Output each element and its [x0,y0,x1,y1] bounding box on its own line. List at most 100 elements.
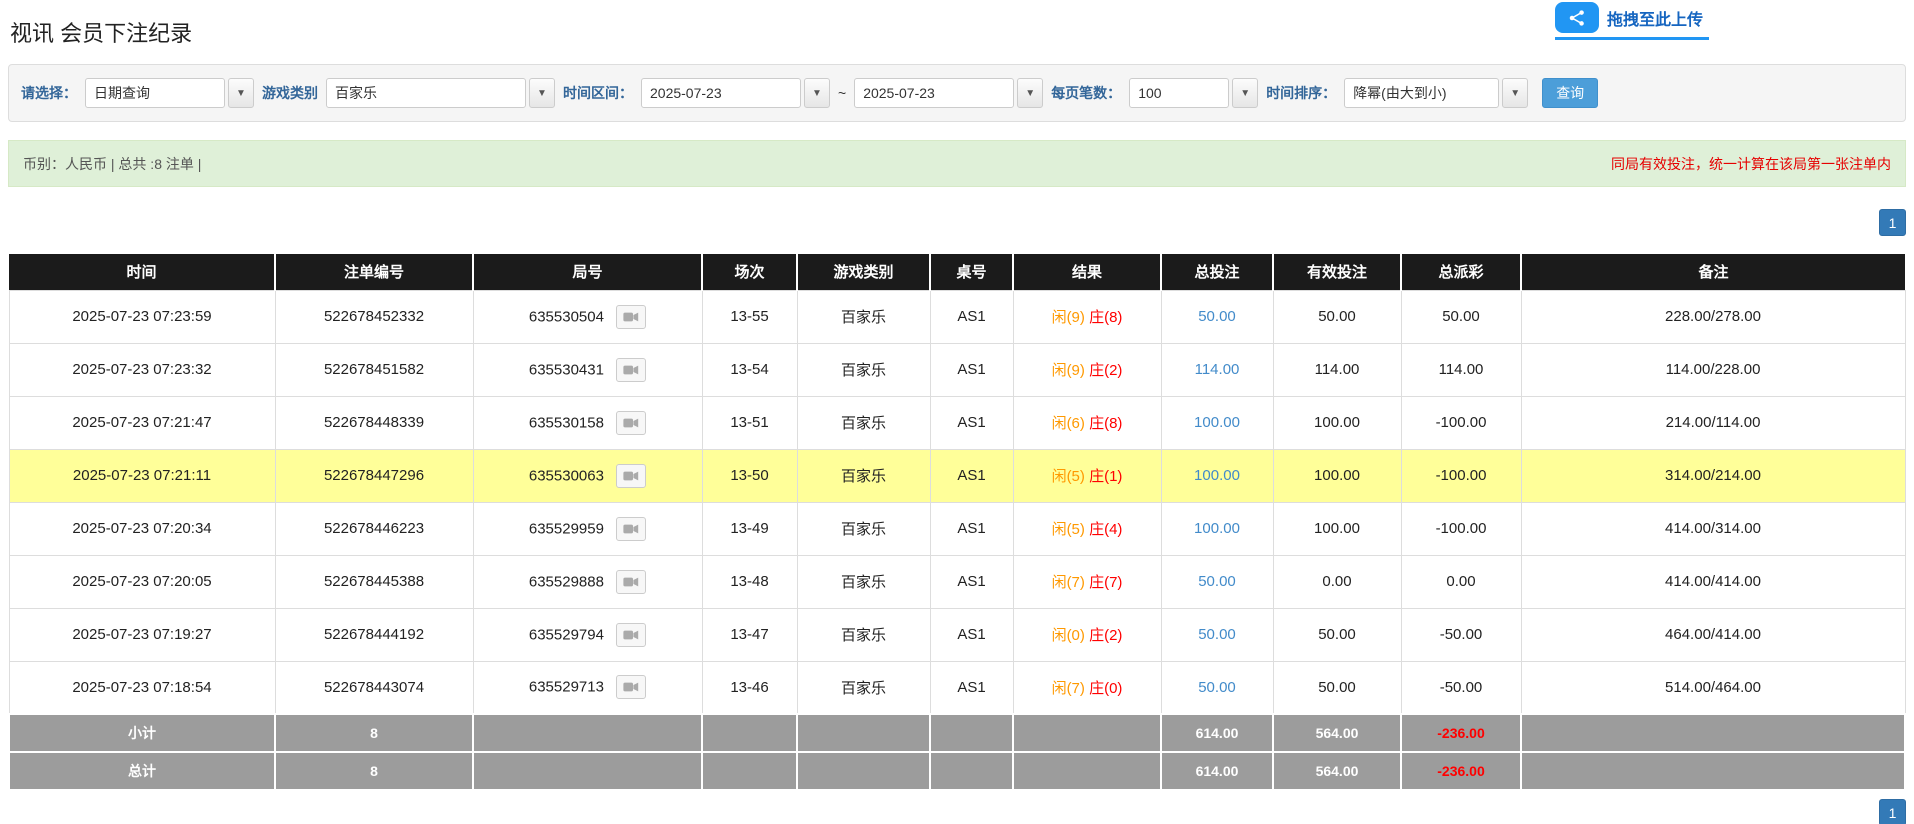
empty-cell [1013,752,1161,790]
cell-total-bet: 100.00 [1161,396,1273,449]
result-player: 闲(7) [1052,574,1085,591]
column-header: 总投注 [1161,254,1273,290]
page-1-button[interactable]: 1 [1879,799,1906,824]
cell-payout: 0.00 [1401,555,1521,608]
result-player: 闲(9) [1052,362,1085,379]
empty-cell [702,714,797,752]
page-1-button[interactable]: 1 [1879,209,1906,236]
column-header: 备注 [1521,254,1905,290]
cell-bet-id: 522678447296 [275,449,473,502]
cell-session: 13-46 [702,661,797,714]
camera-icon [623,417,639,429]
query-type-input[interactable] [85,78,225,108]
camera-icon [623,470,639,482]
cell-table-no: AS1 [930,290,1013,343]
cell-result: 闲(6) 庄(8) [1013,396,1161,449]
date-to-input[interactable] [854,78,1014,108]
pagination-top: 1 [8,209,1906,236]
column-header: 结果 [1013,254,1161,290]
search-button[interactable]: 查询 [1542,78,1598,108]
game-type-input[interactable] [326,78,526,108]
result-player: 闲(6) [1052,415,1085,432]
total-bet-link[interactable]: 50.00 [1198,308,1236,325]
date-from-input[interactable] [641,78,801,108]
cell-valid-bet: 100.00 [1273,396,1401,449]
cell-valid-bet: 100.00 [1273,449,1401,502]
cell-bet-id: 522678445388 [275,555,473,608]
share-nodes-icon [1555,2,1599,33]
empty-cell [930,714,1013,752]
chevron-down-icon[interactable]: ▼ [1502,78,1528,108]
chevron-down-icon[interactable]: ▼ [1017,78,1043,108]
cell-payout: -50.00 [1401,608,1521,661]
result-banker: 庄(2) [1089,362,1122,379]
cell-result: 闲(5) 庄(4) [1013,502,1161,555]
cell-remark: 228.00/278.00 [1521,290,1905,343]
page-size-input[interactable] [1129,78,1229,108]
cell-table-no: AS1 [930,661,1013,714]
cell-round-id: 635530431 [473,343,702,396]
total-bet-link[interactable]: 50.00 [1198,573,1236,590]
cell-session: 13-47 [702,608,797,661]
time-sort-input[interactable] [1344,78,1499,108]
cell-remark: 514.00/464.00 [1521,661,1905,714]
page-size-combobox: ▼ [1129,78,1258,108]
result-player: 闲(5) [1052,521,1085,538]
result-banker: 庄(4) [1089,521,1122,538]
cell-game-type: 百家乐 [797,396,930,449]
cell-time: 2025-07-23 07:20:05 [9,555,275,608]
cell-bet-id: 522678452332 [275,290,473,343]
subtotal-row-count: 8 [275,714,473,752]
result-banker: 庄(0) [1089,680,1122,697]
total-bet-link[interactable]: 100.00 [1194,467,1240,484]
cell-session: 13-54 [702,343,797,396]
round-id: 635529959 [529,520,604,537]
cell-time: 2025-07-23 07:21:11 [9,449,275,502]
cell-payout: -50.00 [1401,661,1521,714]
query-type-combobox: ▼ [85,78,254,108]
cell-time: 2025-07-23 07:19:27 [9,608,275,661]
video-replay-button[interactable] [616,358,646,382]
chevron-down-icon[interactable]: ▼ [228,78,254,108]
cell-valid-bet: 100.00 [1273,502,1401,555]
total-bet-link[interactable]: 50.00 [1198,679,1236,696]
table-row-highlighted: 2025-07-23 07:21:11522678447296635530063… [9,449,1905,502]
total-bet-link[interactable]: 100.00 [1194,414,1240,431]
cell-table-no: AS1 [930,608,1013,661]
round-id: 635530431 [529,361,604,378]
cell-bet-id: 522678446223 [275,502,473,555]
video-replay-button[interactable] [616,570,646,594]
cell-valid-bet: 0.00 [1273,555,1401,608]
total-row-total-bet: 614.00 [1161,752,1273,790]
total-row-label: 总计 [9,752,275,790]
cell-valid-bet: 50.00 [1273,290,1401,343]
total-bet-link[interactable]: 50.00 [1198,626,1236,643]
game-type-combobox: ▼ [326,78,555,108]
chevron-down-icon[interactable]: ▼ [1232,78,1258,108]
video-replay-button[interactable] [616,411,646,435]
bet-records-table: 时间注单编号局号场次游戏类别桌号结果总投注有效投注总派彩备注 2025-07-2… [8,254,1906,791]
column-header: 场次 [702,254,797,290]
cell-result: 闲(9) 庄(8) [1013,290,1161,343]
cell-payout: 114.00 [1401,343,1521,396]
video-replay-button[interactable] [616,675,646,699]
cell-result: 闲(9) 庄(2) [1013,343,1161,396]
page-size-label: 每页笔数： [1051,83,1121,103]
cell-total-bet: 50.00 [1161,555,1273,608]
total-bet-link[interactable]: 100.00 [1194,520,1240,537]
total-row-valid-bet: 564.00 [1273,752,1401,790]
video-replay-button[interactable] [616,623,646,647]
chevron-down-icon[interactable]: ▼ [529,78,555,108]
pagination-bottom: 1 [8,799,1906,824]
cell-time: 2025-07-23 07:18:54 [9,661,275,714]
chevron-down-icon[interactable]: ▼ [804,78,830,108]
video-replay-button[interactable] [616,464,646,488]
total-bet-link[interactable]: 114.00 [1195,361,1240,378]
video-replay-button[interactable] [616,305,646,329]
cell-round-id: 635530504 [473,290,702,343]
table-header-row: 时间注单编号局号场次游戏类别桌号结果总投注有效投注总派彩备注 [9,254,1905,290]
cell-time: 2025-07-23 07:23:59 [9,290,275,343]
video-replay-button[interactable] [616,517,646,541]
upload-dropzone[interactable]: 拖拽至此上传 [1555,0,1709,40]
round-id: 635529888 [529,573,604,590]
